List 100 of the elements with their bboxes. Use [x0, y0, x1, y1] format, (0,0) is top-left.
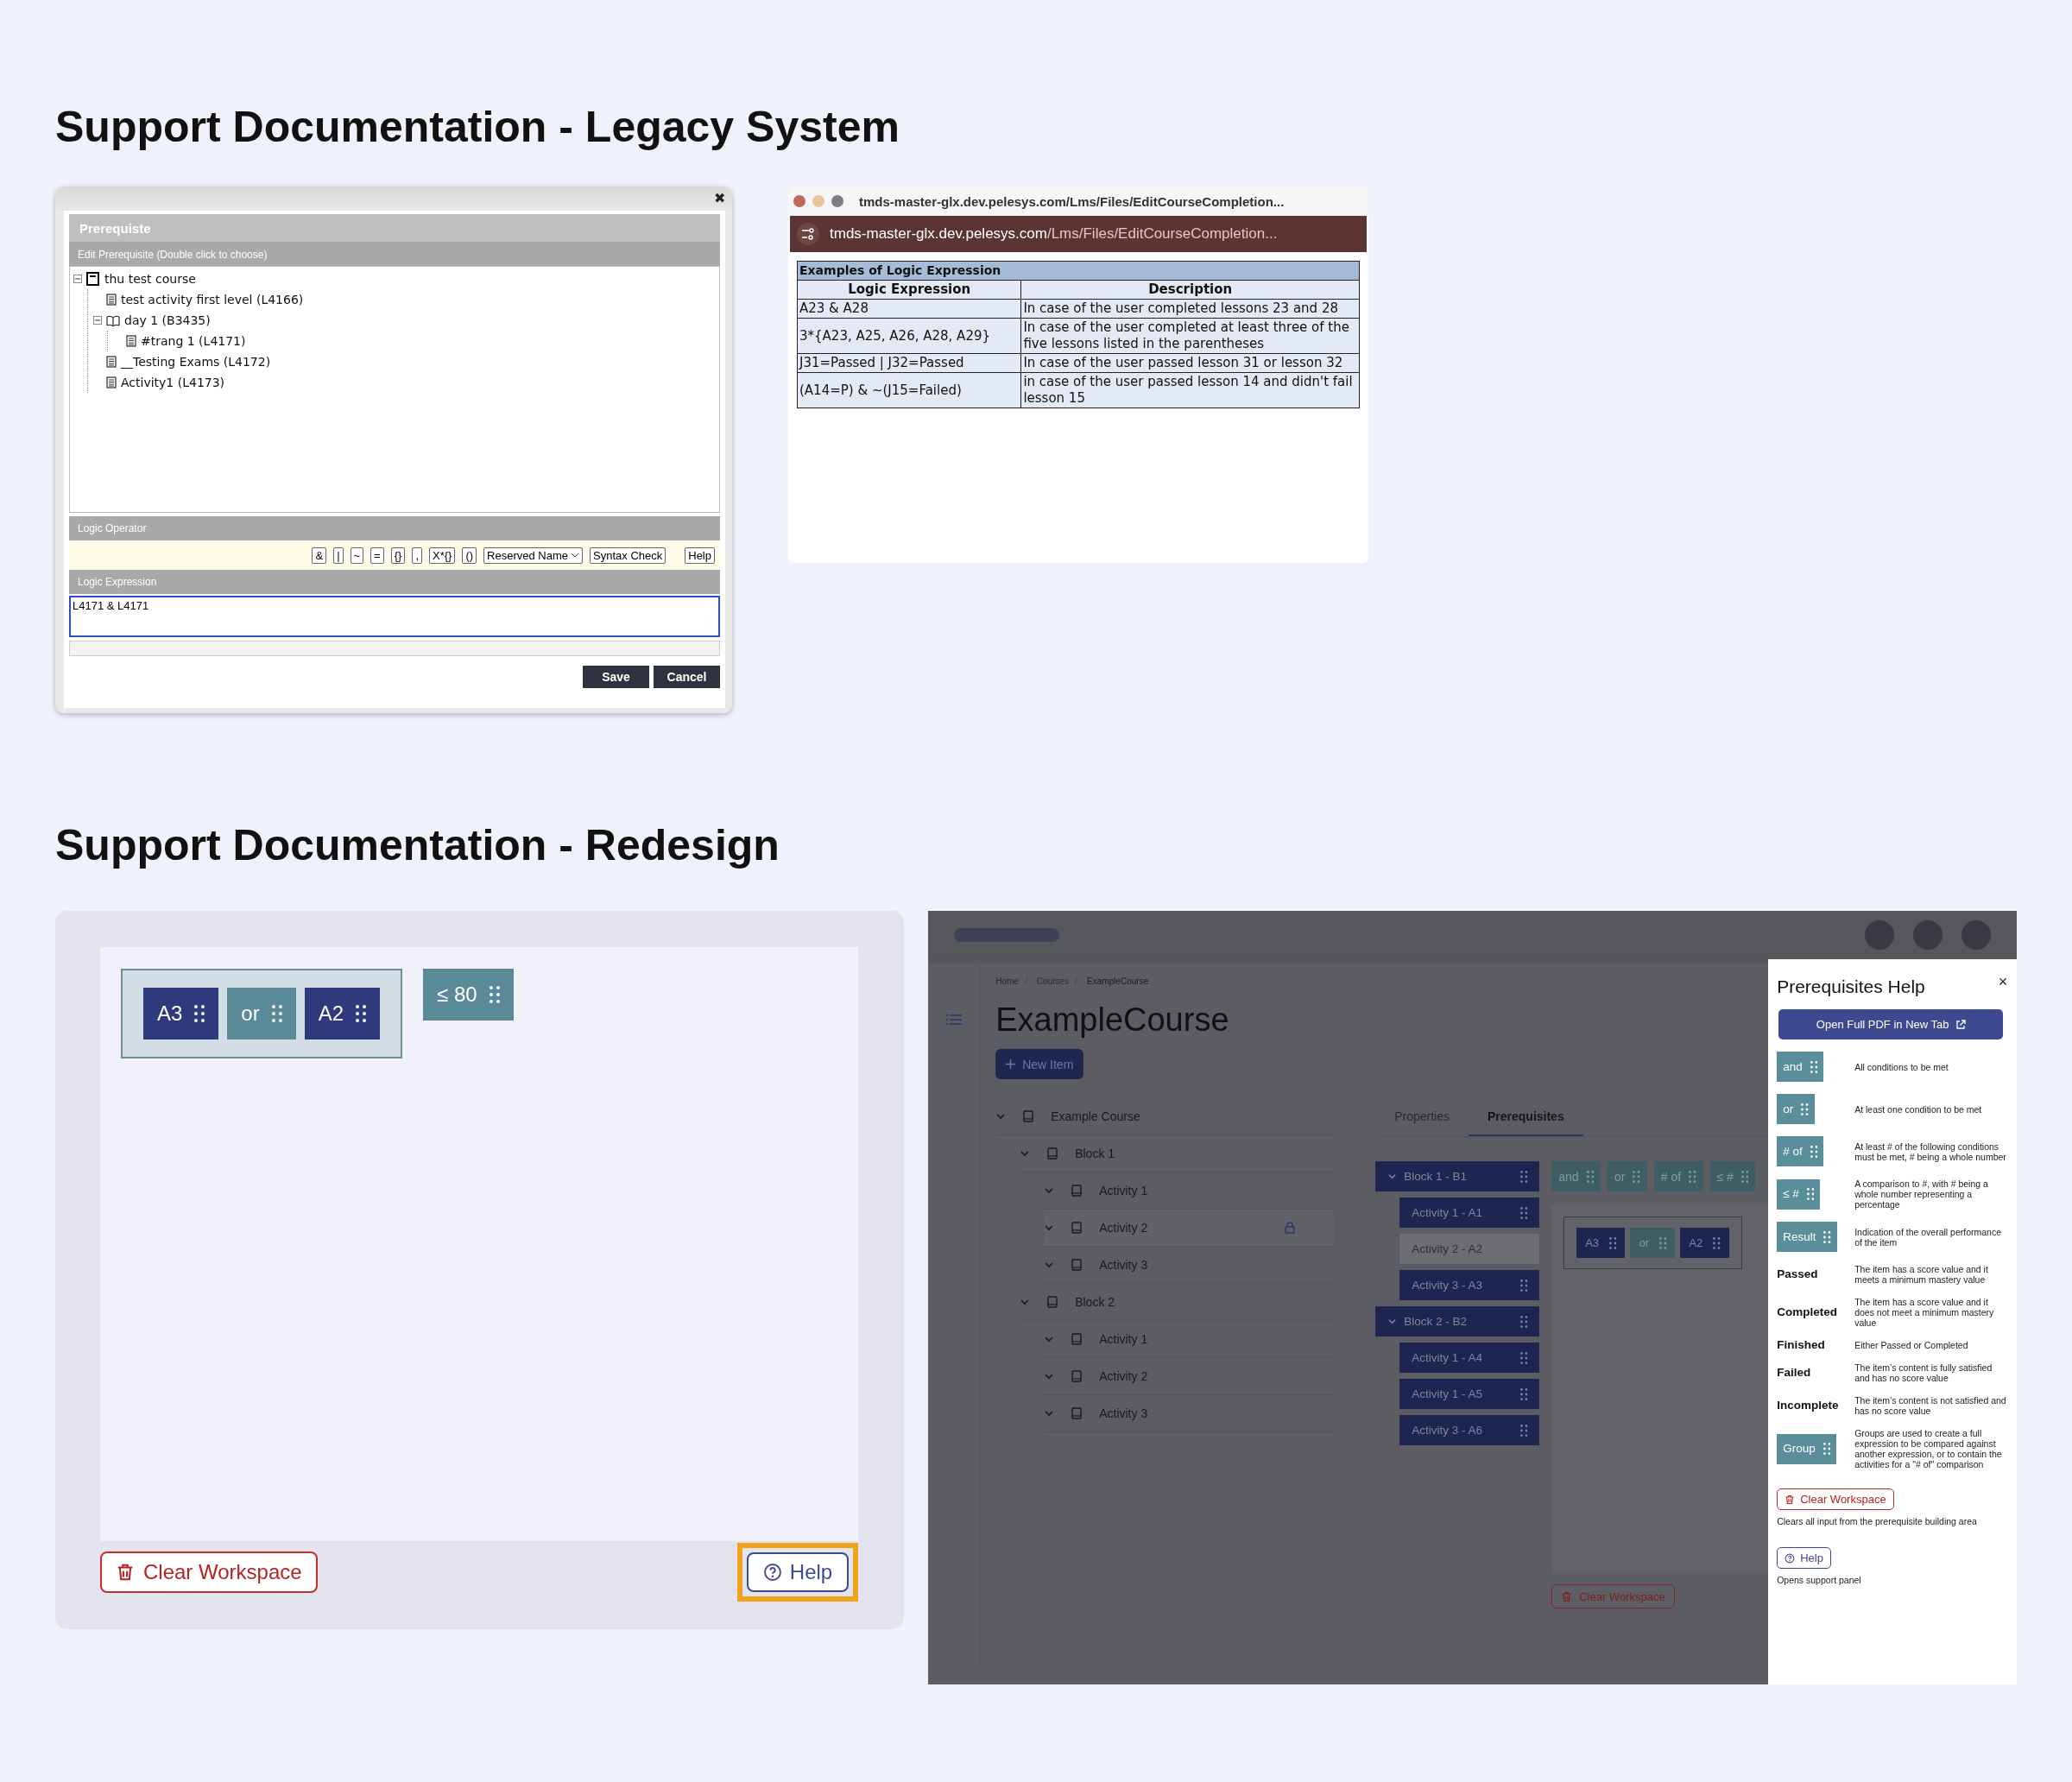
breadcrumb-link[interactable]: ExampleCourse — [1087, 976, 1149, 986]
dialog-button[interactable]: Save — [583, 666, 649, 688]
drag-handle-icon[interactable] — [1823, 1230, 1831, 1243]
open-pdf-button[interactable]: Open Full PDF in New Tab — [1778, 1009, 2004, 1040]
help-button[interactable]: Help — [746, 1552, 850, 1592]
reserved-name-dropdown[interactable]: Reserved Name — [483, 547, 584, 564]
drag-handle-icon[interactable] — [1519, 1279, 1528, 1292]
prerequisite-item[interactable]: Activity 3 - A3 — [1399, 1270, 1540, 1300]
tile-label: # of — [1660, 1169, 1682, 1184]
tree-item[interactable]: __Testing Exams (L4172) — [121, 355, 271, 369]
expression-tile[interactable]: or — [227, 988, 296, 1040]
chevron-down-icon[interactable] — [1387, 1317, 1398, 1326]
tree-row[interactable]: Activity 3 — [1044, 1247, 1335, 1284]
collapse-icon[interactable] — [93, 316, 102, 325]
close-button[interactable]: × — [1998, 973, 2008, 991]
operator-button[interactable]: , — [412, 547, 422, 564]
tree-row[interactable]: Example Course — [995, 1098, 1335, 1135]
drag-handle-icon[interactable] — [194, 1005, 205, 1022]
chevron-down-icon[interactable] — [1020, 1297, 1031, 1307]
help-button[interactable]: Help — [1777, 1547, 1831, 1569]
collapse-icon[interactable] — [73, 275, 82, 283]
operator-button[interactable]: {} — [390, 547, 406, 564]
drag-handle-icon[interactable] — [1519, 1424, 1528, 1437]
drag-handle-icon[interactable] — [1822, 1443, 1831, 1455]
drag-handle-icon[interactable] — [1519, 1315, 1528, 1328]
expression-field[interactable]: L4171 & L4171 — [69, 596, 720, 637]
tree-item[interactable]: day 1 (B3435) — [124, 313, 211, 327]
tree-row[interactable]: Activity 3 — [1044, 1395, 1335, 1432]
operator-button[interactable]: () — [462, 547, 477, 564]
drag-handle-icon[interactable] — [1586, 1170, 1594, 1183]
drag-handle-icon[interactable] — [1519, 1170, 1528, 1183]
tree-item[interactable]: test activity first level (L4166) — [121, 293, 304, 306]
drag-handle-icon[interactable] — [1519, 1387, 1528, 1400]
expression-tile[interactable]: A3 — [1576, 1228, 1626, 1258]
operator-button[interactable]: | — [333, 547, 344, 564]
drag-handle-icon[interactable] — [1659, 1236, 1667, 1249]
prerequisite-item[interactable]: Activity 3 - A6 — [1399, 1415, 1540, 1445]
close-button[interactable]: ✖ — [714, 190, 725, 206]
prerequisite-item[interactable]: Activity 1 - A1 — [1399, 1197, 1540, 1228]
prerequisite-item[interactable]: Block 1 - B1 — [1375, 1161, 1540, 1191]
tab[interactable]: Prerequisites — [1469, 1098, 1583, 1136]
chevron-down-icon[interactable] — [995, 1111, 1007, 1122]
drag-handle-icon[interactable] — [489, 986, 500, 1003]
clear-workspace-button[interactable]: Clear Workspace — [1777, 1488, 1894, 1510]
operator-button[interactable]: & — [312, 547, 327, 564]
expression-tile[interactable]: or — [1630, 1228, 1676, 1258]
operator-tile[interactable]: # of — [1653, 1161, 1703, 1191]
prerequisite-item[interactable]: Block 2 - B2 — [1375, 1306, 1540, 1336]
operator-tile[interactable]: or — [1607, 1161, 1647, 1191]
tree-item[interactable]: #trang 1 (L4171) — [141, 334, 246, 348]
expression-tile[interactable]: A2 — [304, 988, 381, 1040]
site-settings-icon[interactable] — [797, 223, 819, 245]
tree-item[interactable]: Activity1 (L4173) — [121, 376, 225, 389]
operator-tile[interactable]: ≤ # — [1709, 1161, 1756, 1191]
operator-button[interactable]: ~ — [350, 547, 364, 564]
prerequisite-item[interactable]: Activity 1 - A5 — [1399, 1379, 1540, 1409]
tree-row[interactable]: Activity 2 — [1044, 1358, 1335, 1395]
window-control-icon[interactable] — [831, 195, 843, 207]
drag-handle-icon[interactable] — [1740, 1170, 1749, 1183]
drag-handle-icon[interactable] — [271, 1005, 282, 1022]
drag-handle-icon[interactable] — [1806, 1188, 1815, 1200]
drag-handle-icon[interactable] — [1609, 1236, 1617, 1249]
drag-handle-icon[interactable] — [1810, 1145, 1818, 1158]
chevron-down-icon[interactable] — [1044, 1223, 1055, 1233]
expression-tile[interactable]: ≤ 80 — [423, 969, 514, 1021]
drag-handle-icon[interactable] — [356, 1005, 367, 1022]
drag-handle-icon[interactable] — [1633, 1170, 1640, 1183]
tree-row[interactable]: Block 2 — [1020, 1284, 1335, 1321]
drag-handle-icon[interactable] — [1810, 1060, 1818, 1073]
dialog-button[interactable]: Cancel — [654, 666, 720, 688]
tree-item[interactable]: thu test course — [104, 272, 196, 286]
drag-handle-icon[interactable] — [1713, 1236, 1721, 1249]
operator-tile[interactable]: and — [1551, 1161, 1601, 1191]
drag-handle-icon[interactable] — [1689, 1170, 1696, 1183]
operator-button[interactable]: = — [370, 547, 384, 564]
chevron-down-icon[interactable] — [1044, 1371, 1055, 1381]
chevron-down-icon[interactable] — [1044, 1185, 1055, 1196]
section-heading: Support Documentation - Redesign — [55, 820, 780, 870]
operator-button[interactable]: X*{} — [429, 547, 456, 564]
tree-label: Example Course — [1051, 1109, 1140, 1123]
chevron-down-icon[interactable] — [1020, 1148, 1031, 1159]
tree-row[interactable]: Block 1 — [1020, 1135, 1335, 1172]
window-control-icon[interactable] — [793, 195, 805, 207]
prerequisite-item[interactable]: Activity 1 - A4 — [1399, 1343, 1540, 1373]
chevron-down-icon[interactable] — [1044, 1334, 1055, 1344]
chevron-down-icon[interactable] — [1044, 1408, 1055, 1419]
drag-handle-icon[interactable] — [1801, 1103, 1809, 1115]
chevron-down-icon[interactable] — [1044, 1260, 1055, 1270]
help-button[interactable]: Help — [685, 547, 715, 564]
chevron-down-icon[interactable] — [1387, 1172, 1398, 1181]
clear-workspace-button[interactable]: Clear Workspace — [100, 1551, 318, 1593]
address-bar[interactable]: tmds-master-glx.dev.pelesys.com/Lms/Files/EditCourseCompletion... — [790, 216, 1367, 252]
expression-tile[interactable]: A3 — [143, 988, 219, 1040]
tree-row[interactable]: Activity 2 — [1044, 1210, 1335, 1247]
drag-handle-icon[interactable] — [1519, 1351, 1528, 1364]
new-item-button[interactable]: New Item — [995, 1049, 1084, 1079]
syntax-check-button[interactable]: Syntax Check — [590, 547, 666, 564]
expression-tile[interactable]: A2 — [1680, 1228, 1729, 1258]
drag-handle-icon[interactable] — [1519, 1206, 1528, 1219]
tree-row[interactable]: Activity 1 — [1044, 1321, 1335, 1358]
